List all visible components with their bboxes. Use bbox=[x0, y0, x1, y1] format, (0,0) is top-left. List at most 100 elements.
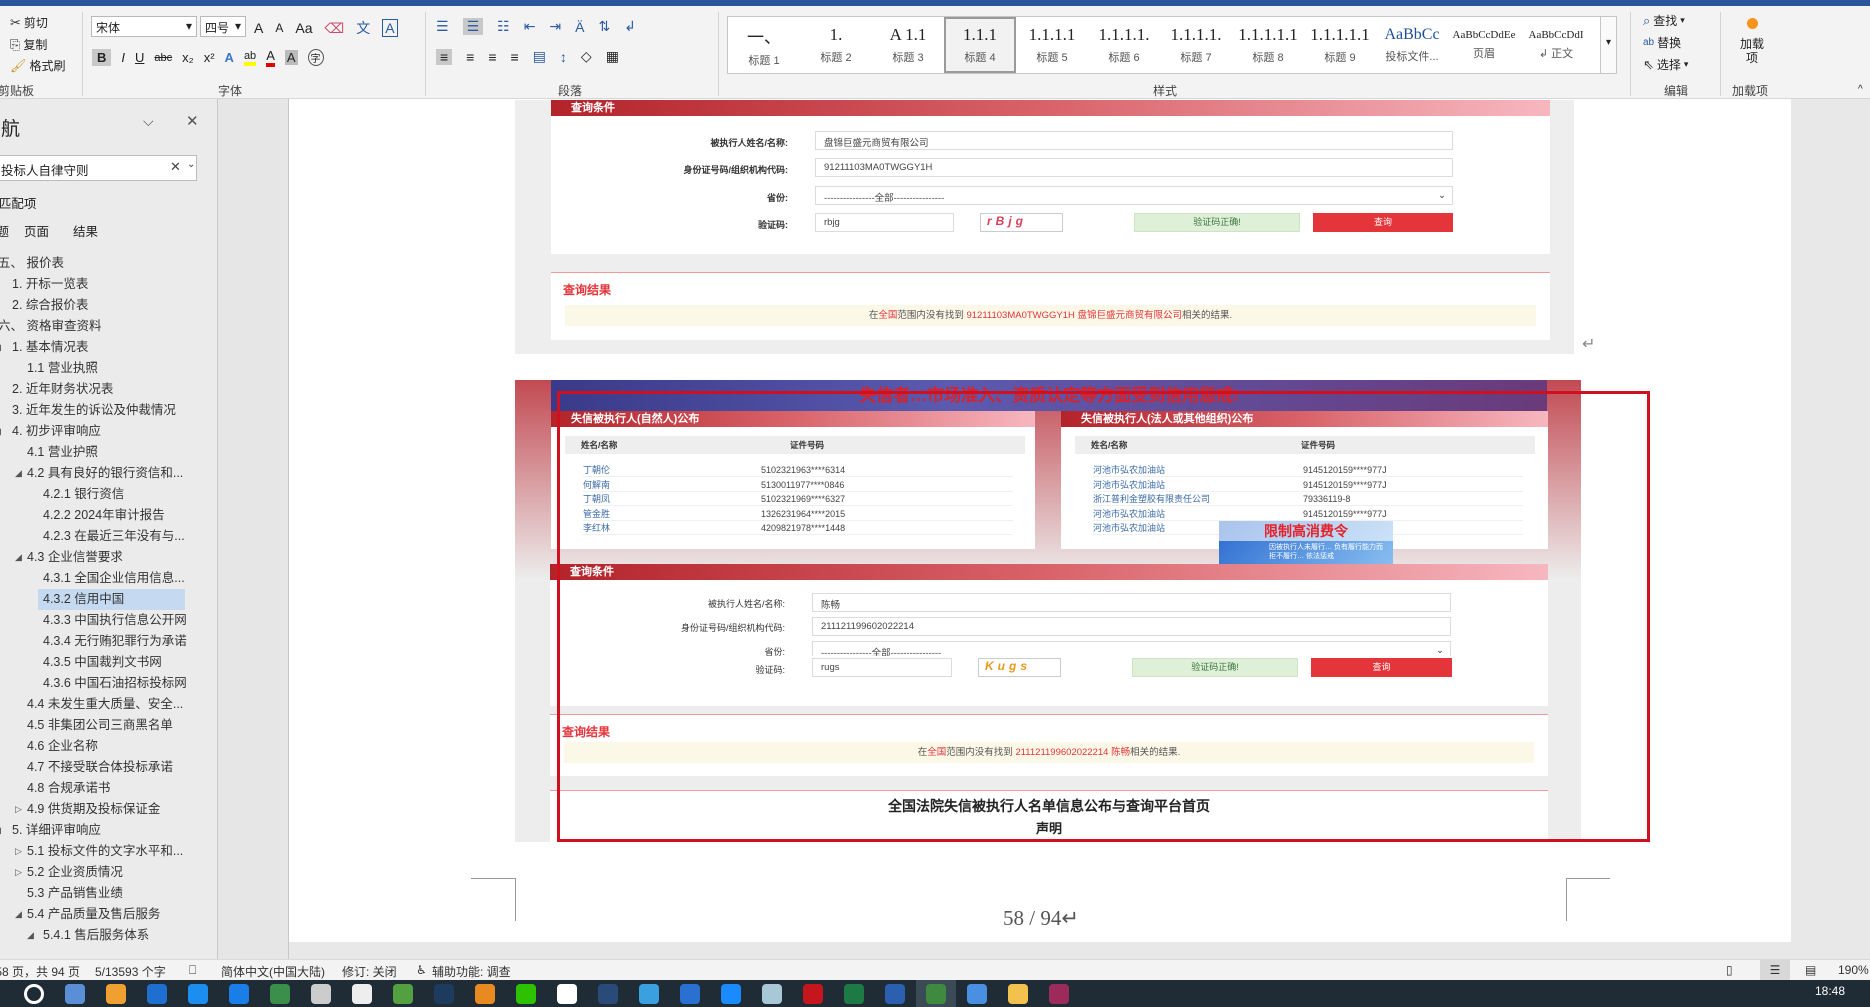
style-item[interactable]: 1.1.1 标题 4 bbox=[944, 17, 1016, 73]
style-item[interactable]: 1.1.1.1. 标题 7 bbox=[1160, 17, 1232, 73]
find-button[interactable]: ⌕ 查找 ▾ bbox=[1643, 12, 1685, 29]
align-left-icon[interactable]: ≡ bbox=[436, 48, 453, 65]
copy-button[interactable]: ⎘ 复制 bbox=[10, 36, 47, 53]
distributed-icon[interactable]: ▤ bbox=[533, 48, 546, 65]
sunflower-icon[interactable] bbox=[475, 984, 495, 1004]
enclose-characters-button[interactable]: 字 bbox=[307, 49, 324, 66]
nav-heading-item[interactable]: 4.3.6 中国石油招标投标网 bbox=[43, 673, 187, 694]
subscript-button[interactable]: x₂ bbox=[182, 50, 194, 65]
nav-heading-item[interactable]: 4.9 供货期及投标保证金 bbox=[27, 799, 160, 820]
collapse-triangle-icon[interactable]: ◢ bbox=[15, 463, 22, 484]
change-case-icon[interactable]: Aa bbox=[295, 20, 312, 36]
style-item[interactable]: 1.1.1.1. 标题 6 bbox=[1088, 17, 1160, 73]
page-count[interactable]: 第 58 页，共 94 页 bbox=[0, 963, 80, 980]
app-ring-icon[interactable] bbox=[639, 984, 659, 1004]
bold-button[interactable]: B bbox=[92, 49, 112, 66]
wechat-icon[interactable] bbox=[516, 984, 536, 1004]
photoshop-icon[interactable] bbox=[434, 984, 454, 1004]
read-mode-icon[interactable]: ▯ bbox=[1726, 963, 1733, 977]
character-border-icon[interactable]: A bbox=[382, 19, 398, 37]
search-icon[interactable] bbox=[24, 984, 44, 1004]
font-color-button[interactable]: A bbox=[266, 48, 275, 67]
browser-icon[interactable] bbox=[680, 984, 700, 1004]
app-upload-icon[interactable] bbox=[967, 984, 987, 1004]
nav-search-input[interactable]: 投标人自律守则 bbox=[0, 155, 197, 181]
align-right-icon[interactable]: ≡ bbox=[488, 49, 496, 65]
replace-button[interactable]: ab 替换 bbox=[1643, 34, 1681, 51]
style-item[interactable]: 1.1.1.1.1 标题 8 bbox=[1232, 17, 1304, 73]
app-q-icon[interactable] bbox=[721, 984, 741, 1004]
nav-heading-item[interactable]: 5. 详细评审响应 bbox=[12, 820, 101, 841]
align-center-icon[interactable]: ≡ bbox=[466, 49, 474, 65]
app-active-icon[interactable] bbox=[926, 984, 946, 1004]
proofing-icon[interactable]: ⎕ bbox=[189, 963, 196, 978]
nav-heading-item[interactable]: 4.1 营业护照 bbox=[27, 442, 98, 463]
nav-heading-item[interactable]: 六、 资格审查资料 bbox=[0, 316, 101, 337]
close-icon[interactable]: ✕ bbox=[186, 112, 199, 130]
nav-heading-item[interactable]: 4.6 企业名称 bbox=[27, 736, 98, 757]
acrobat-icon[interactable] bbox=[803, 984, 823, 1004]
nav-heading-item[interactable]: 4.2 具有良好的银行资信和... bbox=[27, 463, 183, 484]
nav-heading-item[interactable]: 4.7 不接受联合体投标承诺 bbox=[27, 757, 173, 778]
increase-indent-icon[interactable]: ⇥ bbox=[549, 18, 561, 35]
nav-heading-item[interactable]: 4.2.3 在最近三年没有与... bbox=[43, 526, 185, 547]
styles-more-button[interactable]: ▾ bbox=[1600, 16, 1617, 74]
multilevel-list-icon[interactable]: ☷ bbox=[497, 18, 510, 35]
style-item[interactable]: 1.1.1.1.1 标题 9 bbox=[1304, 17, 1376, 73]
style-item[interactable]: 1.1.1.1 标题 5 bbox=[1016, 17, 1088, 73]
expand-triangle-icon[interactable]: ▷ bbox=[15, 799, 22, 820]
style-item[interactable]: 1. 标题 2 bbox=[800, 17, 872, 73]
zoom-level[interactable]: 190% bbox=[1838, 963, 1869, 977]
nav-heading-item[interactable]: 5.1 投标文件的文字水平和... bbox=[27, 841, 183, 862]
strikethrough-button[interactable]: abc bbox=[154, 52, 172, 64]
font-name-dropdown[interactable]: 宋体 ▾ bbox=[91, 16, 197, 37]
style-item[interactable]: A 1.1 标题 3 bbox=[872, 17, 944, 73]
chevron-down-icon[interactable]: ⌄ bbox=[187, 159, 195, 170]
expand-triangle-icon[interactable]: ▷ bbox=[15, 862, 22, 883]
nav-heading-item[interactable]: 4.4 未发生重大质量、安全... bbox=[27, 694, 183, 715]
line-spacing-icon[interactable]: ↕ bbox=[560, 49, 567, 65]
style-item[interactable]: AaBbCcDdI ↲ 正文 bbox=[1520, 17, 1592, 73]
nav-heading-item[interactable]: 4.2.1 银行资信 bbox=[43, 484, 124, 505]
font-size-dropdown[interactable]: 四号 ▾ bbox=[200, 16, 246, 37]
app-green-icon[interactable] bbox=[270, 984, 290, 1004]
addins-button[interactable]: 加载项 bbox=[1732, 14, 1772, 65]
nav-heading-item[interactable]: 4. 初步评审响应 bbox=[12, 421, 101, 442]
phonetic-guide-icon[interactable]: 文 bbox=[356, 18, 370, 38]
character-shading-button[interactable]: A bbox=[284, 50, 298, 65]
select-button[interactable]: ⇖ 选择 ▾ bbox=[1643, 56, 1688, 73]
sort-icon[interactable]: ⇅ bbox=[599, 18, 611, 35]
clear-format-icon[interactable]: ⌫ bbox=[324, 20, 344, 37]
nav-options-chevron-icon[interactable]: ⌵ bbox=[143, 113, 154, 130]
text-effect-button[interactable]: A bbox=[225, 50, 234, 65]
nav-heading-item[interactable]: 4.8 合规承诺书 bbox=[27, 778, 110, 799]
nav-heading-item[interactable]: 五、 报价表 bbox=[0, 253, 64, 274]
app-green-circle-icon[interactable] bbox=[393, 984, 413, 1004]
bullets-icon[interactable]: ☰ bbox=[436, 18, 449, 35]
justify-icon[interactable]: ≡ bbox=[511, 49, 519, 65]
nav-heading-item[interactable]: 4.3.5 中国裁判文书网 bbox=[43, 652, 162, 673]
superscript-button[interactable]: x² bbox=[204, 50, 215, 65]
word-icon[interactable] bbox=[885, 984, 905, 1004]
underline-button[interactable]: U bbox=[135, 50, 144, 65]
show-marks-icon[interactable]: ↲ bbox=[624, 18, 636, 35]
folder-icon[interactable] bbox=[1008, 984, 1028, 1004]
style-item[interactable]: AaBbCcDdEe 页眉 bbox=[1448, 17, 1520, 73]
nav-heading-item[interactable]: 4.3.2 信用中国 bbox=[43, 589, 124, 610]
calculator-icon[interactable] bbox=[65, 984, 85, 1004]
grow-font-icon[interactable]: A bbox=[254, 20, 263, 36]
format-painter-button[interactable]: 🖌 格式刷 bbox=[10, 57, 66, 74]
nav-heading-item[interactable]: 4.5 非集团公司三商黑名单 bbox=[27, 715, 173, 736]
italic-button[interactable]: I bbox=[121, 50, 125, 65]
decrease-indent-icon[interactable]: ⇤ bbox=[524, 18, 536, 35]
tab-pages[interactable]: 页面 bbox=[24, 221, 49, 240]
nav-heading-item[interactable]: 5.4.1 售后服务体系 bbox=[43, 925, 149, 946]
clear-search-icon[interactable]: ✕ bbox=[170, 159, 181, 175]
photo-app-icon[interactable] bbox=[106, 984, 126, 1004]
excel-icon[interactable] bbox=[844, 984, 864, 1004]
accessibility-icon[interactable]: ♿ bbox=[416, 963, 427, 977]
nav-heading-item[interactable]: 5.2 企业资质情况 bbox=[27, 862, 123, 883]
style-item[interactable]: 一、 标题 1 bbox=[728, 17, 800, 73]
clock[interactable]: 18:48 bbox=[1815, 984, 1845, 998]
nav-pane-splitter[interactable] bbox=[217, 99, 289, 959]
